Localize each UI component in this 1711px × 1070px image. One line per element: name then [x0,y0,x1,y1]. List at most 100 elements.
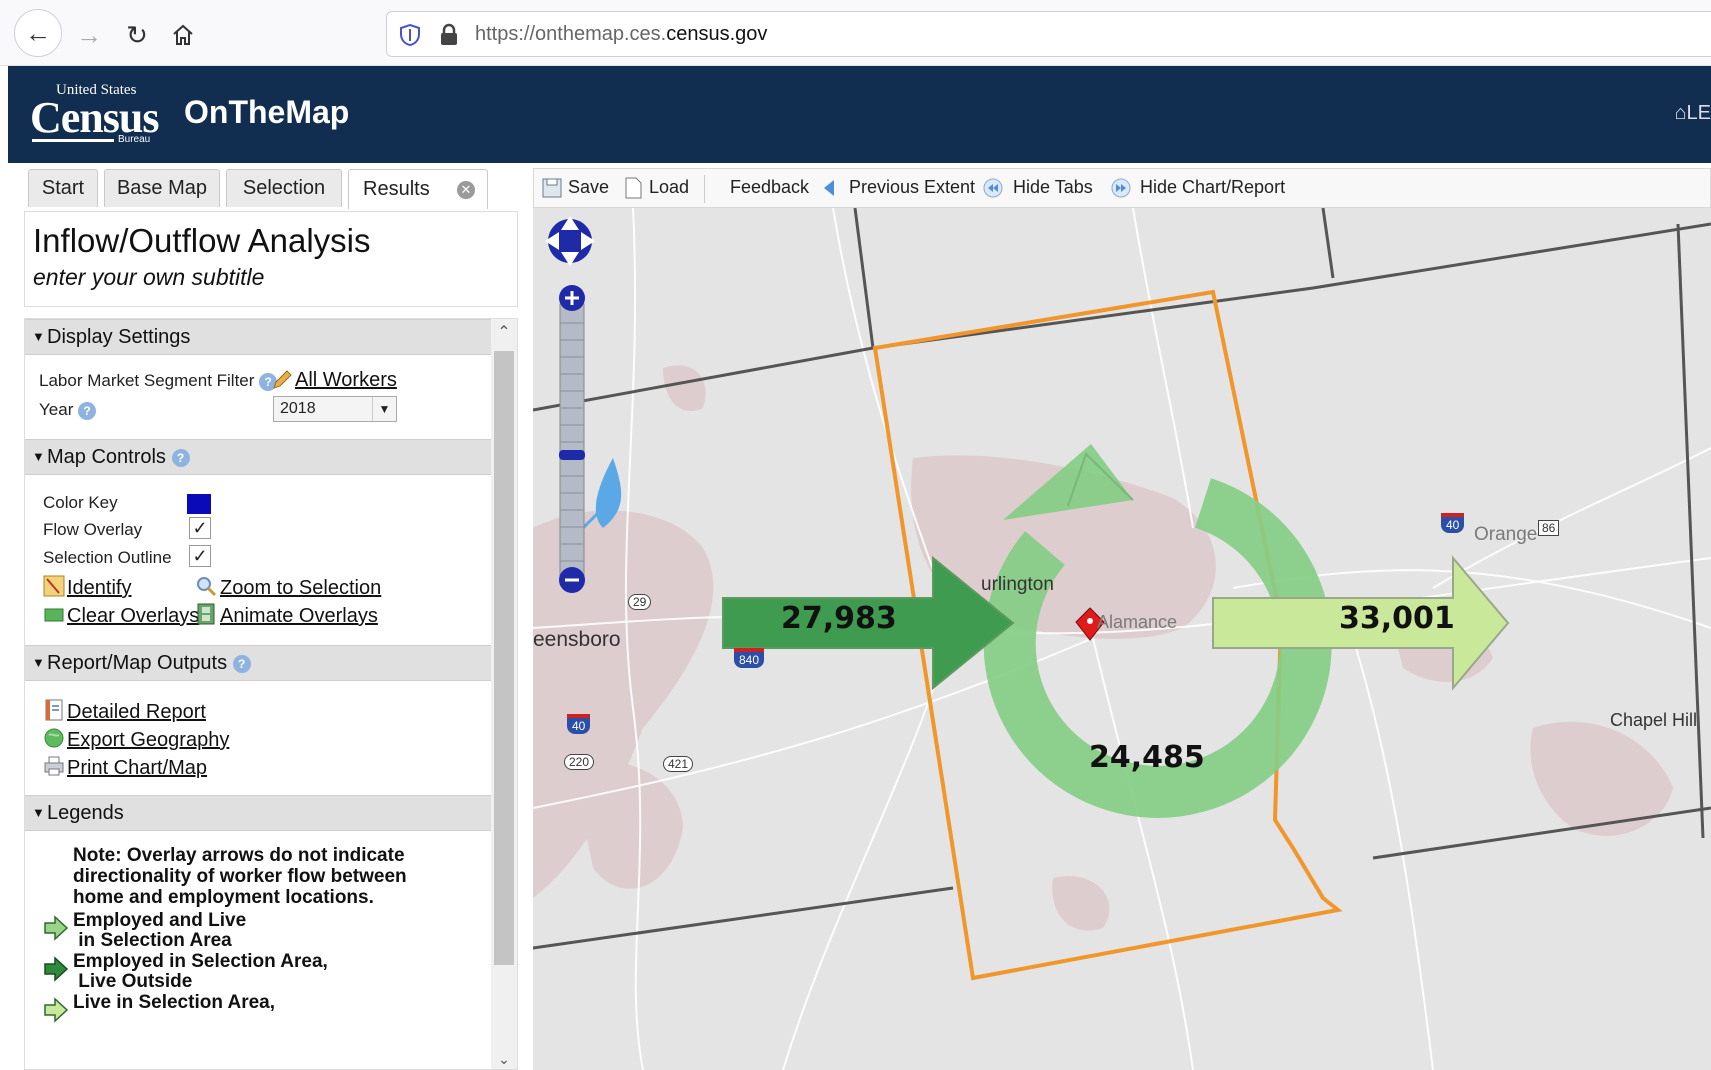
previous-extent-button[interactable]: Previous Extent [849,177,975,198]
tab-bar: Start Base Map Selection Results ✕ [18,169,523,209]
eraser-icon[interactable] [43,603,65,625]
help-icon[interactable]: ? [171,448,190,467]
census-logo[interactable]: United States Census Bureau [30,82,160,148]
tab-selection[interactable]: Selection [226,169,342,207]
legend-item-internal: Employed and Live in Selection Area [73,910,247,951]
identify-link[interactable]: Identify [67,577,131,600]
minor-roads [533,208,1711,1070]
home-button[interactable] [162,14,204,56]
app-title: OnTheMap [184,94,350,130]
zoom-to-selection-link[interactable]: Zoom to Selection [220,577,381,600]
forward-button[interactable]: → [68,14,110,56]
zoom-slider[interactable] [559,285,585,593]
home-icon [173,24,193,45]
year-select[interactable]: 2018 ▼ [273,396,397,422]
chevron-up-icon[interactable]: ⌃ [491,319,517,347]
section-report-outputs[interactable]: ▼ Report/Map Outputs ? [25,645,493,681]
file-icon[interactable] [623,177,643,199]
load-button[interactable]: Load [649,177,689,198]
interstate-shield: 40 [567,714,591,734]
tab-base-map[interactable]: Base Map [104,169,220,207]
header-home-label: LE [1686,102,1711,124]
flow-overlay-label: Flow Overlay [43,520,143,539]
help-icon[interactable]: ? [78,401,97,420]
triangle-down-icon: ▼ [32,329,45,344]
year-text: Year [39,400,74,419]
segment-filter-link[interactable]: All Workers [295,369,397,392]
film-icon[interactable] [195,603,217,625]
globe-icon[interactable] [43,727,65,749]
year-value: 2018 [280,400,316,417]
logo-bar [32,139,114,142]
analysis-title[interactable]: Inflow/Outflow Analysis [33,222,370,260]
state-route-shield: 86 [1538,520,1560,536]
flow-overlay-checkbox[interactable]: ✓ [189,517,211,539]
triangle-down-icon: ▼ [32,449,45,464]
panel-scrollbar[interactable]: ⌃ ⌄ [491,319,517,1069]
clear-overlays-link[interactable]: Clear Overlays [67,605,199,628]
export-geography-link[interactable]: Export Geography [67,729,229,752]
selection-outline-checkbox[interactable]: ✓ [189,545,211,567]
map-label-greensboro: eensboro [533,628,621,651]
tracking-shield-icon[interactable] [399,23,421,47]
tab-results[interactable]: Results ✕ [348,169,488,209]
color-key-label: Color Key [43,493,118,512]
browser-toolbar: ← → ↻ https://onthemap.ces.census.gov [0,0,1711,66]
legend-note: Note: Overlay arrows do not indicate dir… [73,845,407,908]
pan-control[interactable] [545,216,595,266]
close-icon[interactable]: ✕ [457,181,475,199]
arrow-right-icon [44,997,69,1023]
map-view[interactable]: urlington eensboro Alamance Orange Chape… [533,208,1711,1070]
interstate-shield: 40 [1441,513,1465,533]
section-title: Legends [47,802,124,824]
help-icon[interactable]: ? [232,654,251,673]
legend-item-inflow: Employed in Selection Area, Live Outside [73,951,328,992]
rewind-icon[interactable] [983,177,1003,199]
address-bar[interactable]: https://onthemap.ces.census.gov [386,11,1711,57]
magnifier-icon[interactable] [195,575,217,597]
feedback-button[interactable]: Feedback [730,177,809,198]
identify-icon[interactable] [43,575,65,597]
lock-icon[interactable] [439,23,459,47]
tab-start[interactable]: Start [28,169,98,207]
chevron-down-icon[interactable]: ⌄ [491,1051,517,1069]
arrow-left-icon: ← [25,17,51,48]
hide-tabs-button[interactable]: Hide Tabs [1013,177,1093,198]
hide-chart-button[interactable]: Hide Chart/Report [1140,177,1285,198]
animate-overlays-link[interactable]: Animate Overlays [220,605,378,628]
map-label-chapel-hill: Chapel Hill [1610,710,1698,730]
arrow-right-icon [44,915,69,941]
triangle-down-icon: ▼ [32,655,45,670]
save-icon[interactable] [542,177,562,199]
scrollbar-thumb[interactable] [494,351,514,965]
report-icon[interactable] [43,699,65,721]
reload-button[interactable]: ↻ [116,14,158,56]
tab-results-label: Results [363,178,430,200]
print-chart-link[interactable]: Print Chart/Map [67,757,207,780]
segment-filter-text: Labor Market Segment Filter [39,371,255,390]
pencil-icon[interactable] [271,369,293,391]
left-panel: Start Base Map Selection Results ✕ Inflo… [18,166,523,1070]
urban-areas [533,365,1673,931]
interstate-shield: 840 [734,648,765,668]
back-button[interactable]: ← [14,9,62,57]
section-legends[interactable]: ▼ Legends [25,795,493,831]
save-button[interactable]: Save [568,177,609,198]
section-title: Display Settings [47,326,191,348]
fast-forward-icon[interactable] [1111,177,1131,199]
header-home-link[interactable]: ⌂LE [1674,102,1711,125]
chevron-down-icon: ▼ [372,397,396,421]
map-label-orange: Orange [1474,524,1538,545]
section-map-controls[interactable]: ▼ Map Controls ? [25,439,493,475]
detailed-report-link[interactable]: Detailed Report [67,701,206,724]
triangle-left-icon[interactable] [820,177,840,199]
printer-icon[interactable] [43,755,65,777]
outflow-count: 33,001 [1339,601,1455,636]
analysis-title-box: Inflow/Outflow Analysis enter your own s… [24,211,518,307]
section-display-settings[interactable]: ▼ Display Settings [25,319,493,355]
us-route-shield: 421 [663,756,694,772]
color-key-swatch[interactable] [187,494,211,514]
segment-filter-label: Labor Market Segment Filter ? [39,371,278,391]
marker-dot [1087,618,1093,624]
analysis-subtitle[interactable]: enter your own subtitle [33,264,264,291]
